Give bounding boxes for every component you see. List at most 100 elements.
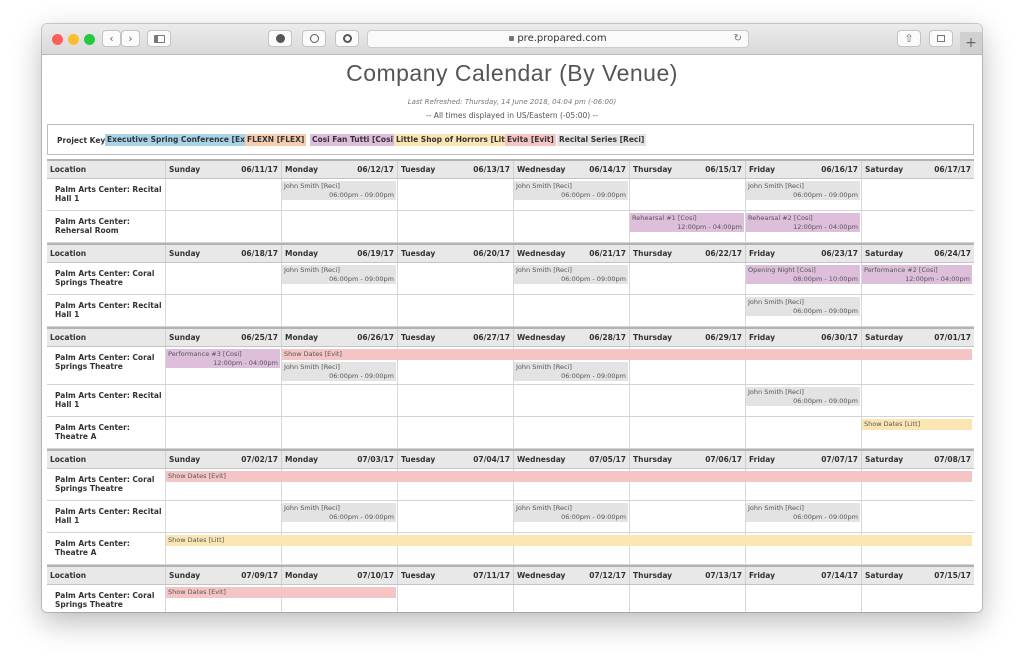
share-button[interactable]: ⇧ — [897, 30, 921, 47]
calendar-event[interactable]: Rehearsal #2 [Cosi] 12:00pm - 04:00pm — [746, 213, 860, 232]
extension-button-2[interactable] — [302, 30, 326, 47]
close-window-button[interactable] — [52, 34, 63, 45]
column-divider — [629, 501, 630, 532]
day-date: 06/17/17 — [934, 165, 971, 174]
column-divider — [513, 417, 514, 448]
tabs-button[interactable] — [929, 30, 953, 47]
key-chip-flex[interactable]: FLEXN [FLEX] — [245, 134, 307, 146]
browser-window: ‹ › pre.propared.com ↻ ⇧ + Company Calen… — [42, 24, 982, 612]
event-time: 06:00pm - 09:00pm — [793, 397, 858, 405]
key-chip-evit[interactable]: Evita [Evit] — [505, 134, 556, 146]
calendar-event[interactable]: Opening Night [Cosi] 08:00pm - 10:00pm — [746, 265, 860, 284]
venue-name: Palm Arts Center: Recital Hall 1 — [55, 301, 162, 319]
column-divider — [281, 295, 282, 326]
venue-name: Palm Arts Center: Coral Springs Theatre — [55, 269, 155, 287]
calendar-event[interactable]: Show Dates [Evit] — [166, 587, 396, 598]
plus-icon: + — [965, 35, 977, 51]
event-title: Performance #2 [Cosi] — [864, 266, 938, 274]
calendar-event[interactable]: John Smith [Reci] 06:00pm - 09:00pm — [746, 181, 860, 200]
day-name: Tuesday — [401, 165, 436, 174]
calendar-event[interactable]: John Smith [Reci] 06:00pm - 09:00pm — [746, 503, 860, 522]
address-bar[interactable]: pre.propared.com ↻ — [367, 30, 749, 48]
day-name: Monday — [285, 455, 319, 464]
calendar-event[interactable]: John Smith [Reci] 06:00pm - 09:00pm — [282, 362, 396, 381]
last-refreshed: Last Refreshed: Thursday, 14 June 2018, … — [407, 98, 617, 106]
column-divider — [513, 295, 514, 326]
event-title: Performance #3 [Cosi] — [168, 350, 242, 358]
info-icon — [309, 34, 319, 43]
day-name: Sunday — [169, 165, 201, 174]
venue-name: Palm Arts Center: Theatre A — [55, 423, 130, 441]
calendar-week: Location Sunday 07/02/17 Monday 07/03/17 Tues… — [47, 449, 974, 565]
timezone-note: -- All times displayed in US/Eastern (-0… — [426, 111, 598, 120]
browser-toolbar: ‹ › pre.propared.com ↻ ⇧ + — [42, 24, 982, 55]
sidebar-button[interactable] — [147, 30, 171, 47]
calendar-event[interactable]: Performance #2 [Cosi] 12:00pm - 04:00pm — [862, 265, 972, 284]
maximize-window-button[interactable] — [84, 34, 95, 45]
day-header: Tuesday 06/13/17 — [397, 161, 513, 178]
day-date: 06/18/17 — [241, 249, 278, 258]
minimize-window-button[interactable] — [68, 34, 79, 45]
day-date: 06/24/17 — [934, 249, 971, 258]
calendar-event[interactable]: John Smith [Reci] 06:00pm - 09:00pm — [282, 503, 396, 522]
column-divider — [397, 585, 398, 612]
column-divider — [397, 385, 398, 416]
event-time: 12:00pm - 04:00pm — [213, 359, 278, 367]
venue-row: Palm Arts Center: Coral Springs Theatre P… — [47, 347, 974, 385]
week-header: Location Sunday 06/25/17 Monday 06/26/17 Tues… — [47, 327, 974, 347]
key-chip-reci[interactable]: Recital Series [Reci] — [557, 134, 647, 146]
day-name: Friday — [749, 249, 776, 258]
day-date: 06/19/17 — [357, 249, 394, 258]
column-divider — [281, 385, 282, 416]
day-name: Sunday — [169, 249, 201, 258]
calendar-event[interactable]: Show Dates [Evit] — [166, 471, 972, 482]
day-name: Tuesday — [401, 333, 436, 342]
calendar-event[interactable]: Rehearsal #1 [Cosi] 12:00pm - 04:00pm — [630, 213, 744, 232]
event-time: 06:00pm - 09:00pm — [793, 513, 858, 521]
key-chip-litt[interactable]: Little Shop of Horrors [Litt] — [394, 134, 514, 146]
day-date: 07/07/17 — [821, 455, 858, 464]
location-header-label: Location — [50, 455, 87, 464]
back-button[interactable]: ‹ — [102, 30, 121, 47]
day-header: Thursday 06/22/17 — [629, 245, 745, 262]
day-date: 07/01/17 — [934, 333, 971, 342]
extension-button-1[interactable] — [268, 30, 292, 47]
location-header-label: Location — [50, 249, 87, 258]
day-date: 06/25/17 — [241, 333, 278, 342]
calendar-event[interactable]: John Smith [Reci] 06:00pm - 09:00pm — [282, 181, 396, 200]
column-divider — [629, 585, 630, 612]
column-divider — [165, 263, 166, 294]
calendar-event[interactable]: John Smith [Reci] 06:00pm - 09:00pm — [746, 387, 860, 406]
new-tab-button[interactable]: + — [960, 32, 982, 54]
venue-row: Palm Arts Center: Theatre A Show Dates [L… — [47, 417, 974, 449]
day-header: Saturday 07/08/17 — [861, 451, 974, 468]
calendar-event[interactable]: John Smith [Reci] 06:00pm - 09:00pm — [514, 503, 628, 522]
event-time: 06:00pm - 09:00pm — [329, 275, 394, 283]
day-name: Wednesday — [517, 455, 566, 464]
venue-row: Palm Arts Center: Recital Hall 1 John Smi… — [47, 179, 974, 211]
reload-icon[interactable]: ↻ — [734, 31, 742, 47]
day-date: 06/21/17 — [589, 249, 626, 258]
day-name: Saturday — [865, 333, 904, 342]
day-header: Monday 06/26/17 — [281, 329, 397, 346]
calendar-event[interactable]: Show Dates [Litt] — [166, 535, 972, 546]
day-date: 06/13/17 — [473, 165, 510, 174]
column-divider — [513, 211, 514, 242]
calendar-event[interactable]: Performance #3 [Cosi] 12:00pm - 04:00pm — [166, 349, 280, 368]
forward-button[interactable]: › — [121, 30, 140, 47]
calendar-event[interactable]: Show Dates [Litt] — [862, 419, 972, 430]
column-divider — [281, 211, 282, 242]
calendar-event[interactable]: John Smith [Reci] 06:00pm - 09:00pm — [514, 265, 628, 284]
calendar-event[interactable]: John Smith [Reci] 06:00pm - 09:00pm — [514, 362, 628, 381]
lock-icon — [509, 35, 515, 41]
key-chip-exec[interactable]: Executive Spring Conference [Exec] — [105, 134, 260, 146]
key-chip-cosi[interactable]: Cosi Fan Tutti [Cosi] — [310, 134, 399, 146]
column-divider — [165, 501, 166, 532]
day-date: 06/23/17 — [821, 249, 858, 258]
extension-button-3[interactable] — [335, 30, 359, 47]
calendar-event[interactable]: Show Dates [Evit] — [282, 349, 972, 360]
calendar-event[interactable]: John Smith [Reci] 06:00pm - 09:00pm — [282, 265, 396, 284]
calendar-event[interactable]: John Smith [Reci] 06:00pm - 09:00pm — [746, 297, 860, 316]
day-date: 06/29/17 — [705, 333, 742, 342]
calendar-event[interactable]: John Smith [Reci] 06:00pm - 09:00pm — [514, 181, 628, 200]
